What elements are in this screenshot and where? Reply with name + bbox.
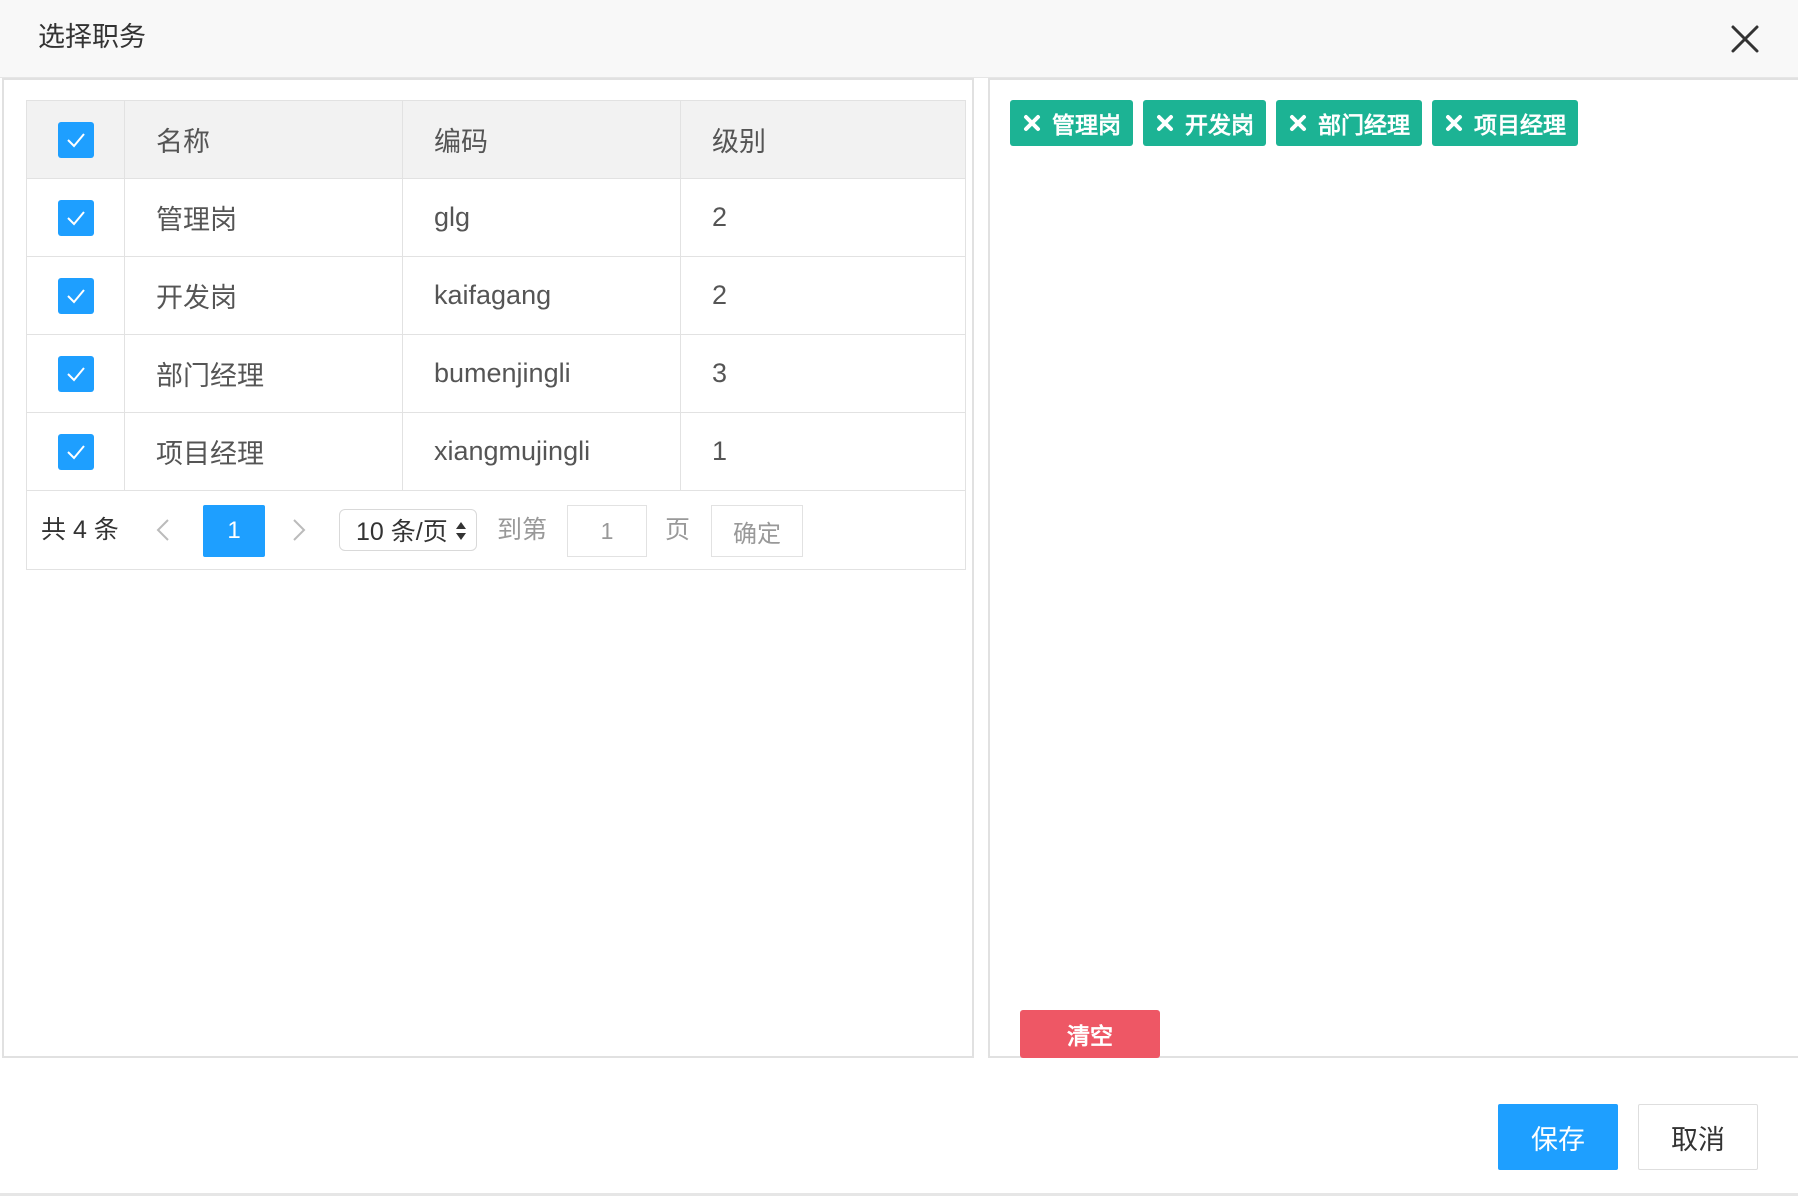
row-check-cell	[27, 257, 125, 334]
cell-level: 3	[712, 358, 728, 388]
selected-tag-label: 部门经理	[1318, 112, 1410, 138]
next-page-button[interactable]	[281, 513, 315, 547]
row-checkbox[interactable]	[57, 355, 94, 392]
cell-name: 部门经理	[125, 335, 403, 412]
row-checkbox[interactable]	[57, 433, 94, 470]
remove-icon[interactable]	[1022, 113, 1042, 133]
goto-page-input[interactable]	[567, 505, 647, 557]
page-label: 页	[665, 516, 691, 544]
close-icon[interactable]	[1724, 18, 1766, 60]
selected-tags: 管理岗 开发岗 部门经理 项目经理	[1010, 100, 1578, 146]
table-row[interactable]: 部门经理 bumenjingli 3	[27, 335, 965, 413]
prev-page-button[interactable]	[147, 513, 181, 547]
select-position-dialog: 选择职务 名称 编码 级别 管理岗 glg 2 开发岗 kaifagang 2 …	[0, 0, 1798, 1196]
cell-code: xiangmujingli	[403, 413, 681, 490]
selected-tag[interactable]: 开发岗	[1143, 100, 1266, 146]
cell-level: 2	[712, 280, 728, 310]
row-check-cell	[27, 335, 125, 412]
select-all-checkbox[interactable]	[57, 121, 94, 158]
column-header-name[interactable]: 名称	[125, 101, 403, 178]
check-icon	[66, 132, 85, 147]
dialog-header: 选择职务	[0, 0, 1798, 78]
cell-code: bumenjingli	[403, 335, 681, 412]
row-checkbox[interactable]	[57, 277, 94, 314]
selected-tag[interactable]: 管理岗	[1010, 100, 1133, 146]
cell-name: 管理岗	[125, 179, 403, 256]
check-icon	[66, 444, 85, 459]
chevron-right-icon	[293, 519, 306, 541]
row-check-cell	[27, 413, 125, 490]
goto-label: 到第	[497, 516, 548, 544]
row-check-cell	[27, 179, 125, 256]
check-icon	[66, 288, 85, 303]
page-size-value: 10 条/页	[356, 518, 448, 546]
table-row[interactable]: 开发岗 kaifagang 2	[27, 257, 965, 335]
cell-level: 1	[712, 436, 728, 466]
page-size-select[interactable]: 10 条/页	[339, 509, 477, 551]
column-header-level[interactable]: 级别	[681, 101, 965, 178]
cell-name: 开发岗	[125, 257, 403, 334]
position-table: 名称 编码 级别 管理岗 glg 2 开发岗 kaifagang 2 部门经理 …	[26, 100, 966, 570]
selected-tag-label: 开发岗	[1185, 112, 1254, 138]
cell-code: glg	[403, 179, 681, 256]
save-button[interactable]: 保存	[1498, 1104, 1618, 1170]
pagination-total: 共 4 条	[41, 516, 119, 544]
check-icon	[66, 366, 85, 381]
selected-positions-panel: 管理岗 开发岗 部门经理 项目经理 清空	[988, 78, 1798, 1058]
remove-icon[interactable]	[1155, 113, 1175, 133]
goto-confirm-button[interactable]: 确定	[711, 505, 803, 557]
check-icon	[66, 210, 85, 225]
selected-tag-label: 管理岗	[1052, 112, 1121, 138]
table-header-row: 名称 编码 级别	[27, 101, 965, 179]
chevron-left-icon	[156, 519, 169, 541]
table-row[interactable]: 项目经理 xiangmujingli 1	[27, 413, 965, 491]
cell-name: 项目经理	[125, 413, 403, 490]
cell-level: 2	[712, 202, 728, 232]
column-header-code[interactable]: 编码	[403, 101, 681, 178]
header-check-cell	[27, 101, 125, 178]
page-number-button[interactable]: 1	[203, 505, 265, 557]
table-row[interactable]: 管理岗 glg 2	[27, 179, 965, 257]
remove-icon[interactable]	[1288, 113, 1308, 133]
clear-button[interactable]: 清空	[1020, 1010, 1160, 1058]
row-checkbox[interactable]	[57, 199, 94, 236]
selected-tag[interactable]: 项目经理	[1432, 100, 1578, 146]
cell-code: kaifagang	[403, 257, 681, 334]
remove-icon[interactable]	[1444, 113, 1464, 133]
cancel-button[interactable]: 取消	[1638, 1104, 1758, 1170]
dialog-title: 选择职务	[38, 22, 146, 52]
sort-arrows-icon	[456, 522, 466, 540]
selected-tag[interactable]: 部门经理	[1276, 100, 1422, 146]
selected-tag-label: 项目经理	[1474, 112, 1566, 138]
position-list-panel: 名称 编码 级别 管理岗 glg 2 开发岗 kaifagang 2 部门经理 …	[2, 78, 974, 1058]
pagination: 共 4 条 1 10 条/页 到第 页 确定	[27, 491, 965, 569]
